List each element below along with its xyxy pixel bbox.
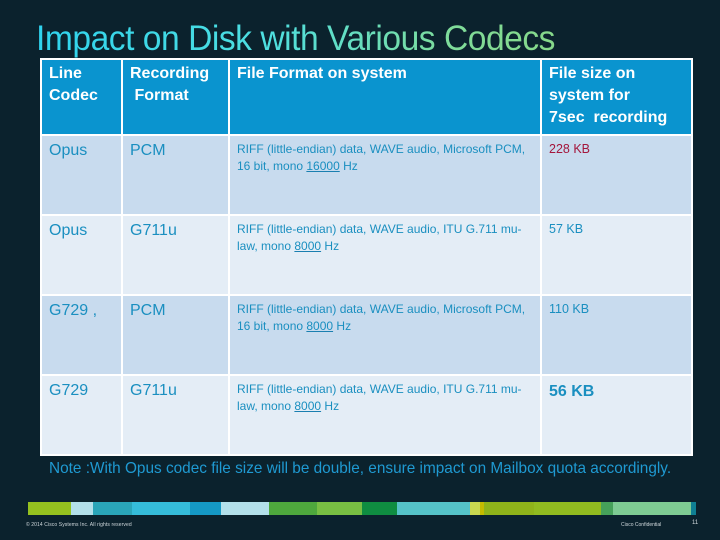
slide-title: Impact on Disk with Various Codecs: [36, 19, 555, 58]
mailbox-quota-note: Note :With Opus codec file size will be …: [49, 460, 672, 477]
stripe-segment: [691, 502, 696, 515]
stripe-segment: [132, 502, 190, 515]
recording-format-cell: PCM: [121, 294, 230, 376]
file-size-cell: 228 KB: [540, 134, 693, 216]
table-row: G729 G711u RIFF (little-endian) data, WA…: [40, 374, 693, 456]
sample-rate-link: 16000: [306, 159, 340, 173]
recording-format-cell: PCM: [121, 134, 230, 216]
stripe-segment: [221, 502, 269, 515]
header-recording-format: Recording Format: [121, 58, 230, 136]
file-format-cell: RIFF (little-endian) data, WAVE audio, M…: [228, 294, 542, 376]
header-recording-format-line1: Recording: [130, 65, 210, 82]
codec-disk-impact-table: Line Codec Recording Format File Format …: [40, 58, 693, 456]
file-format-unit: Hz: [321, 239, 340, 253]
stripe-segment: [397, 502, 470, 515]
stripe-segment: [93, 502, 132, 515]
stripe-segment: [317, 502, 362, 515]
file-format-cell: RIFF (little-endian) data, WAVE audio, M…: [228, 134, 542, 216]
stripe-segment: [484, 502, 534, 515]
table-header-row: Line Codec Recording Format File Format …: [40, 58, 693, 136]
file-format-text: RIFF (little-endian) data, WAVE audio, M…: [237, 302, 526, 333]
line-codec-cell: G729 ,: [40, 294, 123, 376]
header-line-codec: Line Codec: [40, 58, 123, 136]
file-format-text: RIFF (little-endian) data, WAVE audio, I…: [237, 222, 522, 253]
stripe-segment: [601, 502, 613, 515]
line-codec-cell: G729: [40, 374, 123, 456]
stripe-segment: [28, 502, 71, 515]
file-format-unit: Hz: [333, 319, 352, 333]
footer-confidential: Cisco Confidential: [621, 522, 662, 528]
line-codec-cell: Opus: [40, 134, 123, 216]
header-file-size-line1: File size on: [549, 65, 636, 82]
sample-rate-link: 8000: [294, 399, 322, 413]
stripe-segment: [71, 502, 93, 515]
file-size-cell: 56 KB: [540, 374, 693, 456]
header-line-codec-line1: Line: [49, 65, 82, 82]
header-file-size-line3: 7sec recording: [549, 109, 668, 126]
stripe-segment: [269, 502, 317, 515]
table-row: G729 , PCM RIFF (little-endian) data, WA…: [40, 294, 693, 376]
file-format-cell: RIFF (little-endian) data, WAVE audio, I…: [228, 214, 542, 296]
stripe-segment: [190, 502, 221, 515]
file-size-cell: 57 KB: [540, 214, 693, 296]
stripe-segment: [470, 502, 480, 515]
file-format-cell: RIFF (little-endian) data, WAVE audio, I…: [228, 374, 542, 456]
header-file-size-line2: system for: [549, 87, 630, 104]
file-size-cell: 110 KB: [540, 294, 693, 376]
table-row: Opus G711u RIFF (little-endian) data, WA…: [40, 214, 693, 296]
header-line-codec-line2: Codec: [49, 87, 98, 104]
sample-rate-link: 8000: [294, 239, 322, 253]
page-number: 11: [692, 520, 699, 526]
sample-rate-link: 8000: [306, 319, 334, 333]
table-row: Opus PCM RIFF (little-endian) data, WAVE…: [40, 134, 693, 216]
decorative-color-stripe: [28, 502, 696, 515]
stripe-segment: [362, 502, 397, 515]
file-format-unit: Hz: [339, 159, 358, 173]
stripe-segment: [534, 502, 601, 515]
file-format-unit: Hz: [321, 399, 340, 413]
recording-format-cell: G711u: [121, 374, 230, 456]
line-codec-cell: Opus: [40, 214, 123, 296]
header-file-size: File size on system for 7sec recording: [540, 58, 693, 136]
header-file-format: File Format on system: [228, 58, 542, 136]
file-format-text: RIFF (little-endian) data, WAVE audio, M…: [237, 142, 526, 173]
header-recording-format-line2: Format: [130, 87, 189, 104]
header-file-format-line1: File Format on system: [237, 65, 407, 82]
file-format-text: RIFF (little-endian) data, WAVE audio, I…: [237, 382, 522, 413]
recording-format-cell: G711u: [121, 214, 230, 296]
stripe-segment: [613, 502, 691, 515]
footer-copyright: © 2014 Cisco Systems Inc. All rights res…: [26, 522, 132, 528]
